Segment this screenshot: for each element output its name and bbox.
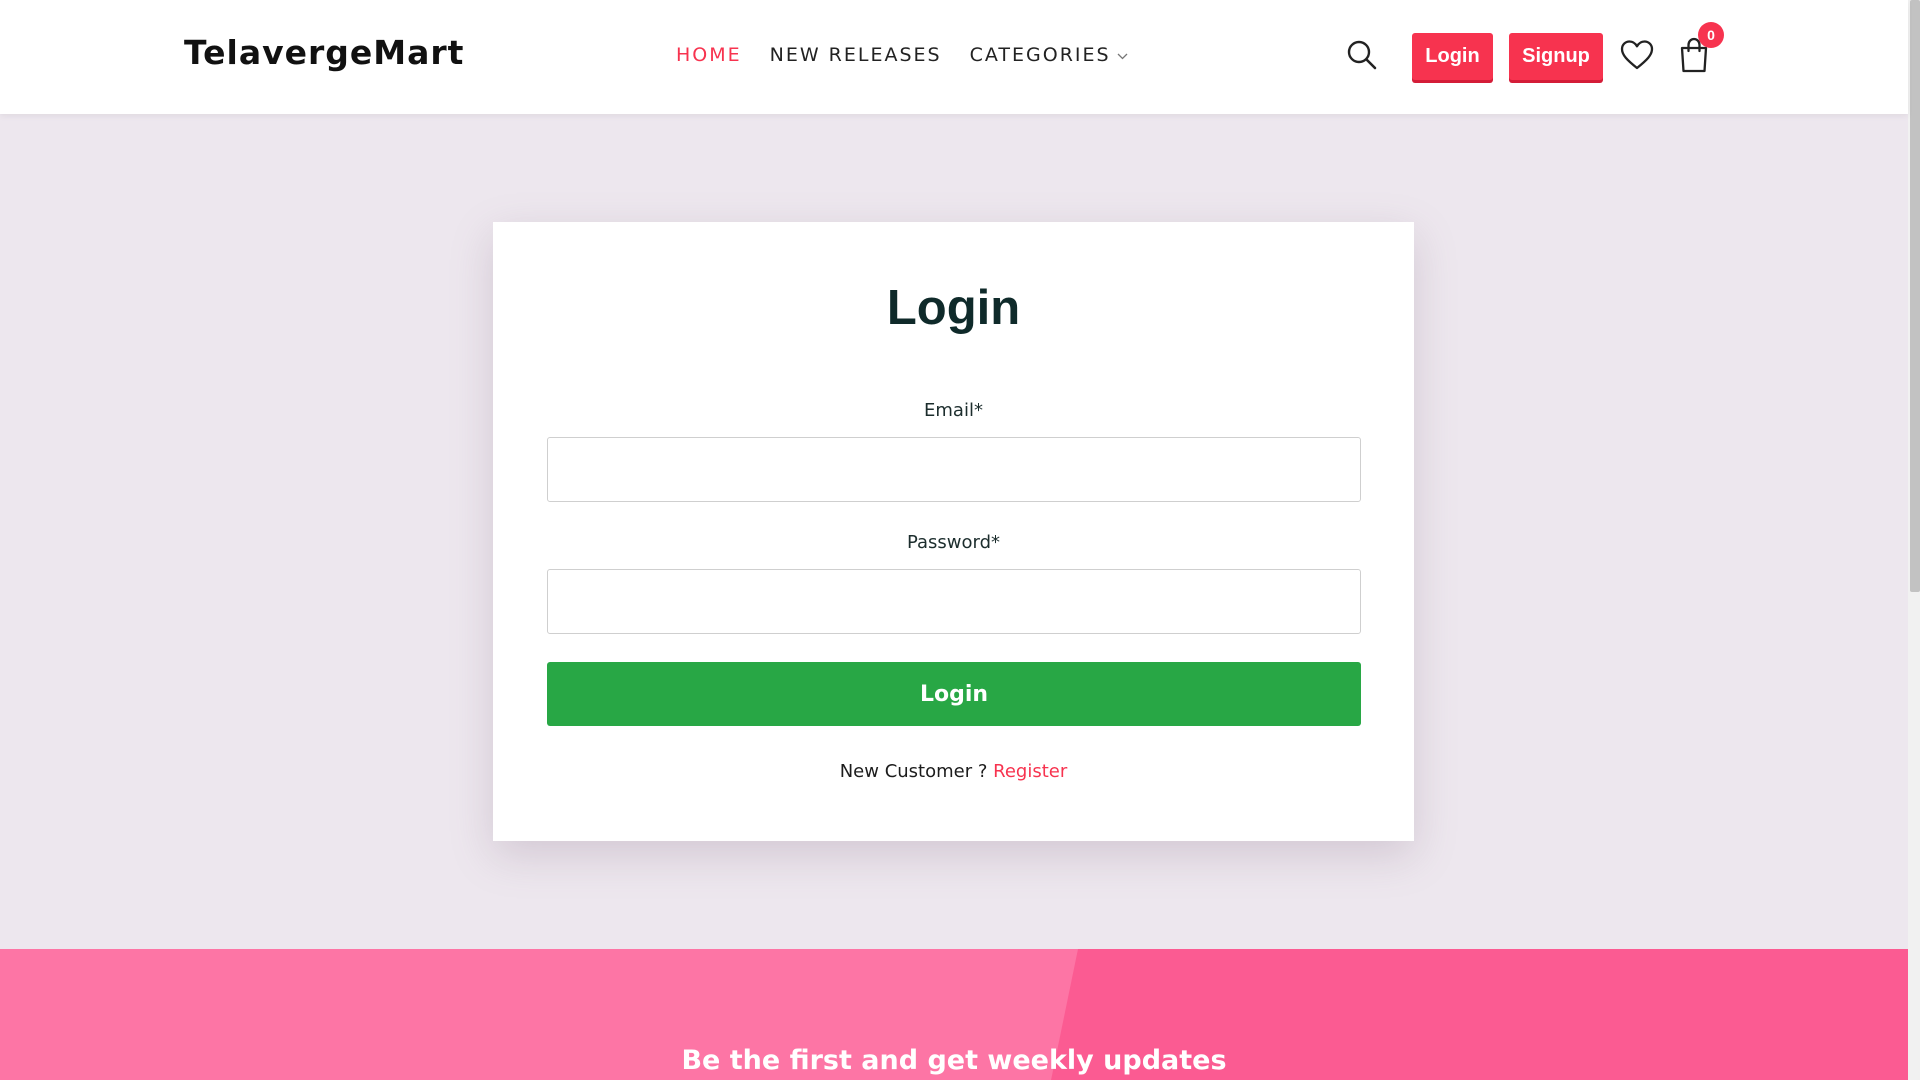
heart-icon[interactable] xyxy=(1620,39,1654,71)
newsletter-heading: Be the first and get weekly updates xyxy=(681,1045,1227,1076)
header-login-button[interactable]: Login xyxy=(1412,33,1493,80)
new-customer-line: New Customer ? Register xyxy=(493,761,1414,782)
password-field[interactable] xyxy=(547,569,1361,634)
scrollbar-thumb[interactable] xyxy=(1910,0,1920,592)
login-card: Login Email* Password* Login New Custome… xyxy=(493,222,1414,841)
chevron-down-icon xyxy=(1117,53,1128,59)
main-nav: HOME NEW RELEASES CATEGORIES xyxy=(676,44,1128,66)
register-link[interactable]: Register xyxy=(993,761,1067,782)
header-signup-button[interactable]: Signup xyxy=(1509,33,1603,80)
site-header: TelavergeMart HOME NEW RELEASES CATEGORI… xyxy=(0,0,1908,114)
newsletter-band: Be the first and get weekly updates xyxy=(0,949,1908,1080)
email-field[interactable] xyxy=(547,437,1361,502)
cart-count-badge: 0 xyxy=(1698,22,1724,48)
login-submit-button[interactable]: Login xyxy=(547,662,1361,726)
nav-categories[interactable]: CATEGORIES xyxy=(970,44,1128,66)
brand-logo[interactable]: TelavergeMart xyxy=(184,33,464,72)
nav-categories-label: CATEGORIES xyxy=(969,44,1111,66)
search-icon[interactable] xyxy=(1346,39,1378,71)
password-label: Password* xyxy=(906,532,1001,553)
nav-home[interactable]: HOME xyxy=(676,44,742,66)
page-title: Login xyxy=(886,281,1021,335)
new-customer-text: New Customer ? xyxy=(839,761,988,782)
nav-new-releases[interactable]: NEW RELEASES xyxy=(770,44,942,66)
email-label: Email* xyxy=(924,400,983,421)
